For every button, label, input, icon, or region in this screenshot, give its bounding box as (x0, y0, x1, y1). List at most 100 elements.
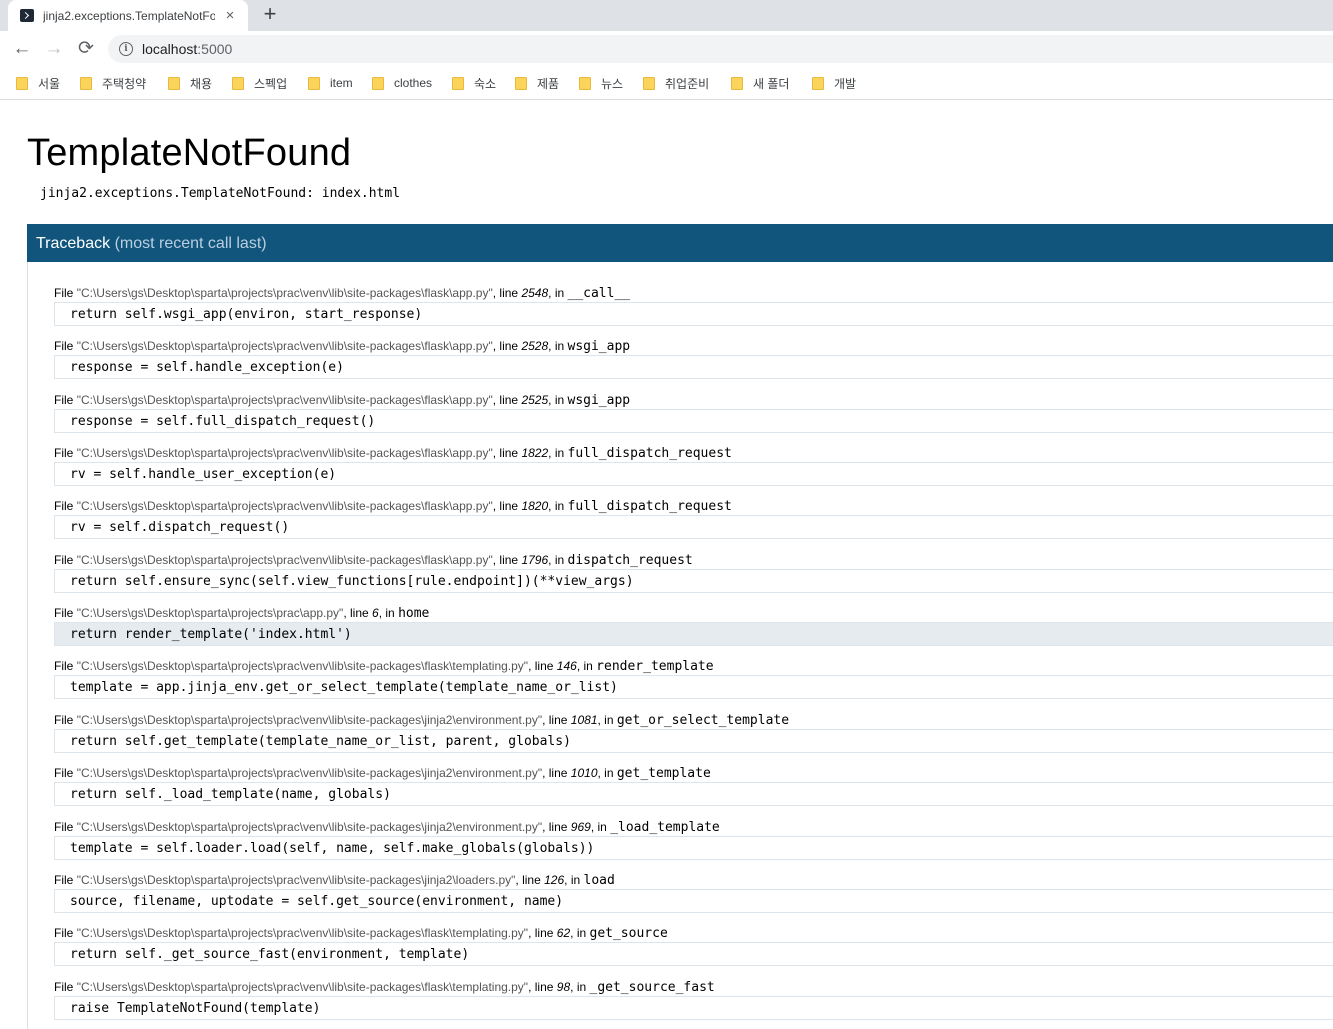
frame-line-number: 1081 (570, 713, 598, 727)
folder-icon (515, 76, 527, 90)
frame-path: "C:\Users\gs\Desktop\sparta\projects\pra… (76, 286, 493, 300)
in-word: in (583, 659, 593, 673)
url-text[interactable]: localhost:5000 (142, 41, 232, 57)
frame-path: "C:\Users\gs\Desktop\sparta\projects\pra… (76, 873, 516, 887)
frame-line-number: 126 (544, 873, 565, 887)
bookmark-folder[interactable]: clothes (372, 74, 432, 92)
error-message: jinja2.exceptions.TemplateNotFound: inde… (40, 186, 401, 201)
frame-file-line: File "C:\Users\gs\Desktop\sparta\project… (54, 446, 732, 461)
line-word: line (534, 926, 554, 940)
frame-file-line: File "C:\Users\gs\Desktop\sparta\project… (54, 606, 430, 621)
url-host: localhost (142, 41, 198, 57)
traceback-frame: File "C:\Users\gs\Desktop\sparta\project… (28, 529, 1333, 593)
traceback-frame: File "C:\Users\gs\Desktop\sparta\project… (28, 635, 1333, 699)
frame-path: "C:\Users\gs\Desktop\sparta\projects\pra… (76, 766, 543, 780)
site-info-icon[interactable]: i (119, 42, 133, 56)
frame-function: _load_template (610, 820, 720, 835)
bookmark-folder[interactable]: 개발 (812, 74, 856, 92)
bookmark-folder[interactable]: 채용 (168, 74, 212, 92)
frame-path: "C:\Users\gs\Desktop\sparta\projects\pra… (76, 446, 493, 460)
frame-code-line[interactable]: raise TemplateNotFound(template) (54, 996, 1333, 1020)
bookmark-folder[interactable]: 취업준비 (643, 74, 709, 92)
frame-path: "C:\Users\gs\Desktop\sparta\projects\pra… (76, 713, 543, 727)
bookmark-folder[interactable]: 제품 (515, 74, 559, 92)
back-button[interactable]: ← (8, 35, 36, 63)
frame-file-line: File "C:\Users\gs\Desktop\sparta\project… (54, 766, 711, 781)
traceback-frame: File "C:\Users\gs\Desktop\sparta\project… (28, 582, 1333, 646)
bookmark-folder[interactable]: 새 폴더 (731, 74, 789, 92)
frame-function: home (398, 606, 430, 621)
frame-line-number: 969 (570, 820, 591, 834)
folder-icon (731, 76, 743, 90)
traceback-frame: File "C:\Users\gs\Desktop\sparta\project… (28, 796, 1333, 860)
bookmark-folder[interactable]: 뉴스 (579, 74, 623, 92)
frame-function: __call__ (567, 286, 631, 301)
bookmark-folder[interactable]: 주택청약 (80, 74, 146, 92)
traceback-header: Traceback (most recent call last) (27, 224, 1333, 262)
bookmark-label: 개발 (834, 76, 857, 91)
in-word: in (554, 446, 565, 460)
frame-file-line: File "C:\Users\gs\Desktop\sparta\project… (54, 659, 714, 674)
traceback-frame: File "C:\Users\gs\Desktop\sparta\project… (28, 689, 1333, 753)
folder-icon (643, 76, 655, 90)
bookmark-label: 서울 (38, 76, 61, 91)
browser-tab[interactable]: jinja2.exceptions.TemplateNotFo × (8, 0, 248, 31)
bookmark-folder[interactable]: 스펙업 (232, 74, 287, 92)
line-word: line (499, 286, 519, 300)
line-word: line (499, 446, 519, 460)
in-word: in (576, 980, 587, 994)
file-word: File (54, 873, 74, 887)
file-word: File (54, 553, 74, 567)
frame-path: "C:\Users\gs\Desktop\sparta\projects\pra… (76, 980, 529, 994)
folder-icon (80, 76, 92, 90)
folder-icon (308, 76, 320, 90)
in-word: in (554, 553, 565, 567)
folder-icon (372, 76, 384, 90)
file-word: File (54, 820, 74, 834)
frame-function: full_dispatch_request (567, 446, 732, 461)
frame-path: "C:\Users\gs\Desktop\sparta\projects\pra… (76, 659, 529, 673)
frame-path: "C:\Users\gs\Desktop\sparta\projects\pra… (76, 926, 529, 940)
bookmark-folder[interactable]: 숙소 (452, 74, 496, 92)
frame-function: wsgi_app (567, 339, 631, 354)
file-word: File (54, 339, 74, 353)
folder-icon (232, 76, 244, 90)
frame-file-line: File "C:\Users\gs\Desktop\sparta\project… (54, 339, 631, 354)
file-word: File (54, 446, 74, 460)
file-word: File (54, 926, 74, 940)
frame-code-text: raise TemplateNotFound(template) (70, 1001, 321, 1016)
line-word: line (350, 606, 369, 620)
new-tab-button[interactable]: + (258, 3, 282, 27)
line-word: line (499, 499, 519, 513)
file-word: File (54, 659, 74, 673)
bookmark-label: 주택청약 (102, 76, 147, 91)
terminal-favicon-icon (20, 9, 34, 22)
error-title: TemplateNotFound (27, 132, 352, 174)
address-bar[interactable]: i localhost:5000 (108, 35, 1333, 63)
frame-line-number: 62 (556, 926, 571, 940)
frame-line-number: 146 (556, 659, 577, 673)
bookmark-label: 제품 (537, 76, 560, 91)
bookmark-folder[interactable]: 서울 (16, 74, 60, 92)
reload-button[interactable]: ⟳ (72, 35, 100, 63)
bookmark-folder[interactable]: item (308, 74, 353, 92)
frame-function: render_template (596, 659, 714, 674)
frame-file-line: File "C:\Users\gs\Desktop\sparta\project… (54, 980, 715, 995)
tab-close-icon[interactable]: × (221, 7, 239, 24)
forward-button[interactable]: → (40, 35, 68, 63)
folder-icon (579, 76, 591, 90)
file-word: File (54, 499, 74, 513)
frame-function: dispatch_request (567, 553, 693, 568)
frame-function: get_or_select_template (616, 713, 790, 728)
line-word: line (548, 766, 568, 780)
bookmark-label: 취업준비 (665, 76, 710, 91)
traceback-title[interactable]: Traceback (most recent call last) (36, 235, 267, 253)
folder-icon (168, 76, 180, 90)
in-word: in (554, 286, 565, 300)
frame-line-number: 1010 (570, 766, 598, 780)
frame-line-number: 6 (372, 606, 379, 620)
traceback-frame: File "C:\Users\gs\Desktop\sparta\project… (28, 742, 1333, 806)
traceback-label: Traceback (36, 235, 111, 252)
frame-line-number: 1796 (521, 553, 549, 567)
frame-file-line: File "C:\Users\gs\Desktop\sparta\project… (54, 499, 732, 514)
